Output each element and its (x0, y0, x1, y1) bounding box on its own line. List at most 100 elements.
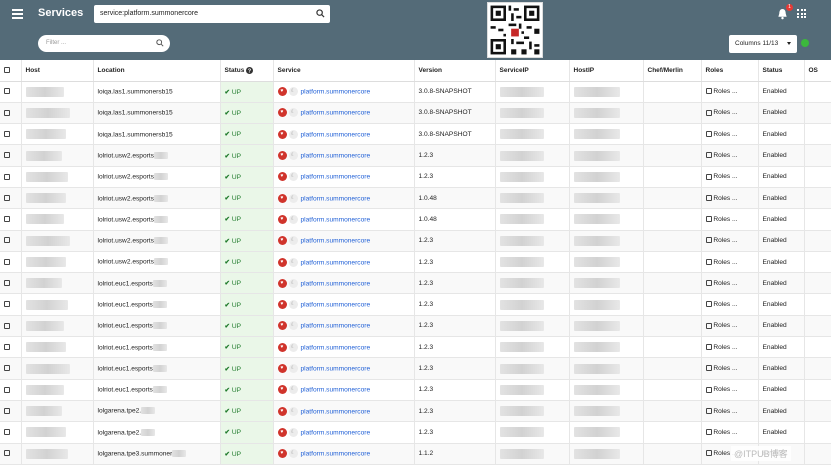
roles-cell[interactable]: Roles ... (701, 251, 759, 274)
roles-cell[interactable]: Roles ... (701, 379, 759, 401)
roles-cell[interactable]: Roles ... (701, 102, 759, 125)
heart-icon[interactable]: ♥ (277, 193, 287, 203)
roles-cell[interactable]: Roles ... (701, 421, 759, 444)
service-link[interactable]: platform.summonercore (301, 408, 371, 415)
checkbox-icon[interactable] (705, 194, 712, 201)
heart-icon[interactable]: ♥ (277, 385, 287, 395)
columns-dropdown[interactable]: Columns 11/13 (729, 35, 797, 53)
column-header-chef-merlin[interactable]: Chef/Merlin (643, 60, 702, 82)
heart-icon[interactable]: ♥ (277, 87, 287, 97)
row-select-cell[interactable] (0, 272, 22, 295)
heart-icon[interactable]: ♥ (277, 278, 287, 288)
row-select-cell[interactable] (0, 293, 22, 316)
online-status-icon[interactable] (801, 39, 809, 47)
row-select-cell[interactable] (0, 208, 22, 231)
select-all-checkbox[interactable] (0, 60, 22, 82)
row-select-cell[interactable] (0, 166, 22, 188)
service-link[interactable]: platform.summonercore (301, 174, 371, 181)
roles-cell[interactable]: Roles ... (701, 208, 759, 231)
checkbox-icon[interactable] (4, 88, 10, 95)
service-link[interactable]: platform.summonercore (301, 365, 371, 372)
checkbox-icon[interactable] (705, 216, 712, 223)
roles-cell[interactable]: Roles ... (701, 144, 759, 167)
checkbox-icon[interactable] (705, 365, 712, 372)
row-select-cell[interactable] (0, 400, 22, 423)
service-link[interactable]: platform.summonercore (301, 88, 371, 95)
checkbox-icon[interactable] (4, 322, 10, 329)
checkbox-icon[interactable] (4, 216, 10, 223)
row-select-cell[interactable] (0, 251, 22, 274)
service-link[interactable]: platform.summonercore (301, 195, 371, 202)
checkbox-icon[interactable] (705, 322, 712, 329)
column-header-status[interactable]: Status ? (220, 60, 274, 82)
checkbox-icon[interactable] (4, 450, 10, 457)
moon-icon[interactable]: ☾ (288, 427, 298, 437)
checkbox-icon[interactable] (705, 343, 712, 350)
heart-icon[interactable]: ♥ (277, 108, 287, 118)
moon-icon[interactable]: ☾ (288, 385, 298, 395)
checkbox-icon[interactable] (4, 301, 10, 308)
heart-icon[interactable]: ♥ (277, 214, 287, 224)
roles-cell[interactable]: Roles ... (701, 123, 759, 146)
heart-icon[interactable]: ♥ (277, 129, 287, 139)
row-select-cell[interactable] (0, 187, 22, 210)
table-row[interactable]: lolriot.usw2.esports ✔ UP ♥ ☾ platform.summo… (0, 187, 831, 210)
moon-icon[interactable]: ☾ (288, 151, 298, 161)
moon-icon[interactable]: ☾ (288, 172, 298, 182)
row-select-cell[interactable] (0, 421, 22, 444)
column-header-host[interactable]: Host (21, 60, 94, 82)
moon-icon[interactable]: ☾ (288, 193, 298, 203)
checkbox-icon[interactable] (4, 407, 10, 414)
roles-cell[interactable]: Roles ... (701, 357, 759, 380)
service-link[interactable]: platform.summonercore (301, 131, 371, 138)
heart-icon[interactable]: ♥ (277, 257, 287, 267)
table-row[interactable]: lolriot.usw2.esports ✔ UP ♥ ☾ platform.summo… (0, 166, 831, 188)
column-header-os[interactable]: OS (804, 60, 831, 82)
grid-icon[interactable] (797, 9, 806, 18)
checkbox-icon[interactable] (4, 429, 10, 436)
heart-icon[interactable]: ♥ (277, 449, 287, 459)
table-row[interactable]: lolgarena.tpe2. ✔ UP ♥ ☾ platform.summonerco… (0, 400, 831, 423)
checkbox-icon[interactable] (4, 258, 10, 265)
service-link[interactable]: platform.summonercore (301, 344, 371, 351)
checkbox-icon[interactable] (4, 194, 10, 201)
checkbox-icon[interactable] (4, 280, 10, 287)
heart-icon[interactable]: ♥ (277, 342, 287, 352)
service-link[interactable]: platform.summonercore (301, 216, 371, 223)
roles-cell[interactable]: Roles ... (701, 400, 759, 423)
table-row[interactable]: lolriot.euc1.esports ✔ UP ♥ ☾ platform.summo… (0, 336, 831, 359)
checkbox-icon[interactable] (4, 343, 10, 350)
service-link[interactable]: platform.summonercore (301, 429, 371, 436)
checkbox-icon[interactable] (4, 109, 10, 116)
table-row[interactable]: lolriot.euc1.esports ✔ UP ♥ ☾ platform.summo… (0, 315, 831, 338)
table-row[interactable]: loiqa.las1.summonersb15 ✔ UP ♥ ☾ platform.su… (0, 102, 831, 125)
checkbox-icon[interactable] (4, 365, 10, 372)
row-select-cell[interactable] (0, 144, 22, 167)
checkbox-icon[interactable] (4, 130, 10, 137)
table-row[interactable]: loiqa.las1.summonersb15 ✔ UP ♥ ☾ platform.su… (0, 123, 831, 146)
service-link[interactable]: platform.summonercore (301, 323, 371, 330)
checkbox-icon[interactable] (705, 407, 712, 414)
column-header-roles[interactable]: Roles (701, 60, 759, 82)
heart-icon[interactable]: ♥ (277, 364, 287, 373)
table-row[interactable]: lolriot.euc1.esports ✔ UP ♥ ☾ platform.summo… (0, 272, 831, 295)
column-header-location[interactable]: Location (93, 60, 221, 82)
help-icon[interactable]: ? (246, 66, 254, 74)
checkbox-icon[interactable] (705, 301, 712, 308)
service-link[interactable]: platform.summonercore (301, 237, 371, 244)
heart-icon[interactable]: ♥ (277, 427, 287, 437)
column-header-version[interactable]: Version (414, 60, 496, 82)
row-select-cell[interactable] (0, 102, 22, 125)
row-select-cell[interactable] (0, 81, 22, 103)
heart-icon[interactable]: ♥ (277, 406, 287, 416)
checkbox-icon[interactable] (705, 429, 712, 436)
service-link[interactable]: platform.summonercore (301, 280, 371, 287)
checkbox-icon[interactable] (4, 152, 10, 159)
roles-cell[interactable]: Roles ... (701, 293, 759, 316)
checkbox-icon[interactable] (705, 280, 712, 287)
moon-icon[interactable]: ☾ (288, 364, 298, 373)
moon-icon[interactable]: ☾ (288, 300, 298, 310)
heart-icon[interactable]: ♥ (277, 236, 287, 246)
moon-icon[interactable]: ☾ (288, 236, 298, 246)
moon-icon[interactable]: ☾ (288, 214, 298, 224)
